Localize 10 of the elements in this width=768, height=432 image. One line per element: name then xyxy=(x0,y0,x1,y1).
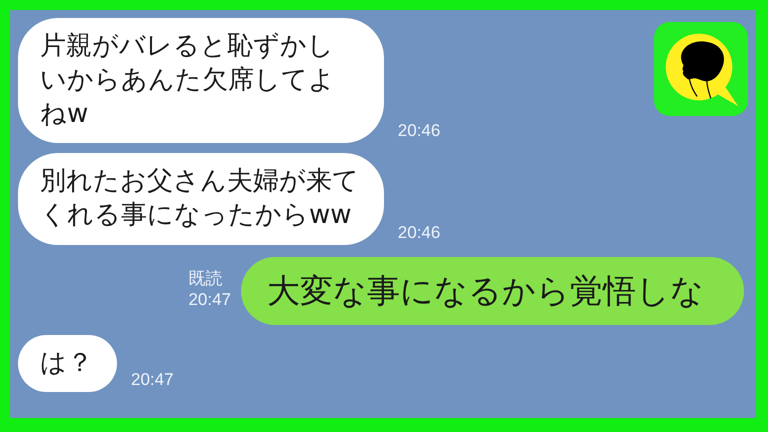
received-message-bubble: 別れたお父さん夫婦が来てくれる事になったからww xyxy=(18,153,384,245)
received-message-bubble: は？ xyxy=(18,334,117,392)
avatar-icon xyxy=(654,22,748,116)
read-receipt: 既読 xyxy=(188,269,222,290)
sent-message-bubble: 大変な事になるから覚悟しな xyxy=(241,256,744,325)
message-time: 20:46 xyxy=(398,121,440,142)
message-time: 20:47 xyxy=(188,290,231,310)
received-message-bubble: 片親がバレると恥ずかしいからあんた欠席してよねw xyxy=(18,18,384,144)
message-time: 20:47 xyxy=(131,370,174,390)
message-time: 20:46 xyxy=(398,222,440,243)
